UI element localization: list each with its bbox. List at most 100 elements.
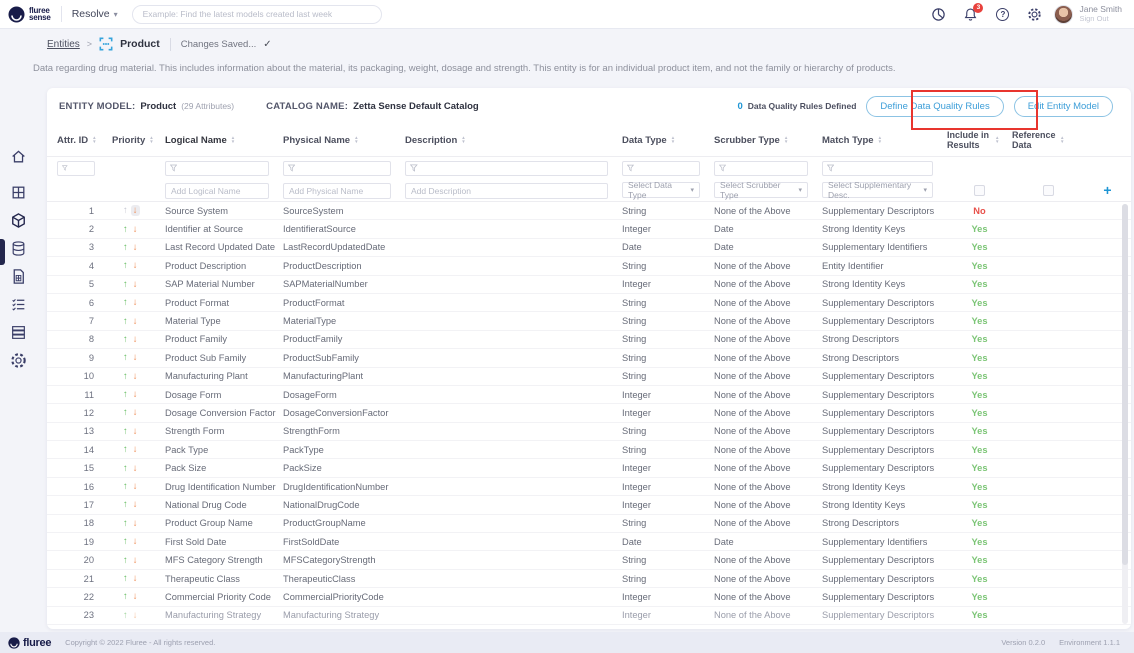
table-row[interactable]: 5 ↑ ↓ SAP Material Number SAPMaterialNum… <box>47 276 1131 294</box>
priority-up-icon[interactable]: ↑ <box>123 260 128 271</box>
notifications-bell-icon[interactable]: 3 <box>963 7 978 22</box>
priority-up-icon[interactable]: ↑ <box>123 444 128 455</box>
table-row[interactable]: 23 ↑ ↓ Manufacturing Strategy Manufactur… <box>47 607 1131 625</box>
priority-up-icon[interactable]: ↑ <box>123 591 128 602</box>
sidebar-item-entities[interactable] <box>9 211 27 229</box>
priority-down-icon[interactable]: ↓ <box>133 591 138 602</box>
priority-up-icon[interactable]: ↑ <box>123 407 128 418</box>
priority-up-icon[interactable]: ↑ <box>123 205 128 216</box>
priority-up-icon[interactable]: ↑ <box>123 499 128 510</box>
sidebar-item-servers[interactable] <box>9 323 27 341</box>
sidebar-item-documents[interactable] <box>9 267 27 285</box>
column-header-attr-id[interactable]: Attr. ID▲▼ <box>57 135 112 146</box>
column-header-description[interactable]: Description▲▼ <box>405 135 622 146</box>
priority-down-icon[interactable]: ↓ <box>133 334 138 345</box>
filter-data-type-input[interactable] <box>637 163 695 173</box>
priority-up-icon[interactable]: ↑ <box>123 536 128 547</box>
priority-down-icon[interactable]: ↓ <box>133 279 138 290</box>
priority-up-icon[interactable]: ↑ <box>123 555 128 566</box>
sidebar-item-settings[interactable] <box>9 351 27 369</box>
column-header-scrubber-type[interactable]: Scrubber Type▲▼ <box>714 135 822 146</box>
filter-attr-id-input[interactable] <box>71 163 90 173</box>
priority-up-icon[interactable]: ↑ <box>123 224 128 235</box>
table-row[interactable]: 19 ↑ ↓ First Sold Date FirstSoldDate Dat… <box>47 533 1131 551</box>
priority-down-icon[interactable]: ↓ <box>133 573 138 584</box>
priority-up-icon[interactable]: ↑ <box>123 352 128 363</box>
filter-description-input[interactable] <box>421 163 603 173</box>
priority-down-icon[interactable]: ↓ <box>133 610 138 621</box>
priority-up-icon[interactable]: ↑ <box>123 279 128 290</box>
priority-up-icon[interactable]: ↑ <box>123 463 128 474</box>
priority-down-icon[interactable]: ↓ <box>133 444 138 455</box>
table-row[interactable]: 21 ↑ ↓ Therapeutic Class TherapeuticClas… <box>47 570 1131 588</box>
table-scrollbar-track[interactable] <box>1122 204 1128 624</box>
reference-data-checkbox[interactable] <box>1043 185 1054 196</box>
search-input[interactable] <box>132 5 382 24</box>
priority-down-icon[interactable]: ↓ <box>133 463 138 474</box>
priority-up-icon[interactable]: ↑ <box>123 371 128 382</box>
table-row[interactable]: 22 ↑ ↓ Commercial Priority Code Commerci… <box>47 588 1131 606</box>
analytics-icon[interactable] <box>931 7 946 22</box>
priority-down-icon[interactable]: ↓ <box>133 242 138 253</box>
settings-gear-icon[interactable] <box>1027 7 1042 22</box>
table-row[interactable]: 1 ↑ ↓ Source System SourceSystem String … <box>47 202 1131 220</box>
table-row[interactable]: 14 ↑ ↓ Pack Type PackType String None of… <box>47 441 1131 459</box>
column-header-data-type[interactable]: Data Type▲▼ <box>622 135 714 146</box>
column-header-logical-name[interactable]: Logical Name▲▼ <box>165 135 283 146</box>
column-header-priority[interactable]: Priority▲▼ <box>112 135 165 146</box>
filter-match-type-input[interactable] <box>837 163 928 173</box>
add-physical-name-input[interactable] <box>283 183 391 199</box>
priority-down-icon[interactable]: ↓ <box>131 205 140 216</box>
table-row[interactable]: 16 ↑ ↓ Drug Identification Number DrugId… <box>47 478 1131 496</box>
priority-up-icon[interactable]: ↑ <box>123 334 128 345</box>
column-header-match-type[interactable]: Match Type▲▼ <box>822 135 947 146</box>
select-scrubber-type-dropdown[interactable]: Select Scrubber Type▾ <box>714 182 808 198</box>
table-row[interactable]: 6 ↑ ↓ Product Format ProductFormat Strin… <box>47 294 1131 312</box>
filter-logical-name-input[interactable] <box>180 163 264 173</box>
select-match-type-dropdown[interactable]: Select Supplementary Desc.▾ <box>822 182 933 198</box>
table-row[interactable]: 15 ↑ ↓ Pack Size PackSize Integer None o… <box>47 459 1131 477</box>
priority-up-icon[interactable]: ↑ <box>123 518 128 529</box>
priority-down-icon[interactable]: ↓ <box>133 389 138 400</box>
avatar[interactable] <box>1054 5 1073 24</box>
priority-up-icon[interactable]: ↑ <box>123 242 128 253</box>
table-row[interactable]: 11 ↑ ↓ Dosage Form DosageForm Integer No… <box>47 386 1131 404</box>
table-row[interactable]: 17 ↑ ↓ National Drug Code NationalDrugCo… <box>47 496 1131 514</box>
priority-down-icon[interactable]: ↓ <box>133 536 138 547</box>
table-row[interactable]: 18 ↑ ↓ Product Group Name ProductGroupNa… <box>47 515 1131 533</box>
priority-down-icon[interactable]: ↓ <box>133 426 138 437</box>
breadcrumb-entities-link[interactable]: Entities <box>47 39 80 50</box>
table-row[interactable]: 2 ↑ ↓ Identifier at Source IdentifieratS… <box>47 220 1131 238</box>
add-description-input[interactable] <box>405 183 608 199</box>
priority-up-icon[interactable]: ↑ <box>123 297 128 308</box>
filter-physical-name-input[interactable] <box>298 163 386 173</box>
priority-down-icon[interactable]: ↓ <box>133 297 138 308</box>
priority-up-icon[interactable]: ↑ <box>123 426 128 437</box>
table-row[interactable]: 12 ↑ ↓ Dosage Conversion Factor DosageCo… <box>47 404 1131 422</box>
help-icon[interactable]: ? <box>995 7 1010 22</box>
edit-entity-model-button[interactable]: Edit Entity Model <box>1014 96 1113 117</box>
priority-down-icon[interactable]: ↓ <box>133 352 138 363</box>
priority-up-icon[interactable]: ↑ <box>123 316 128 327</box>
priority-down-icon[interactable]: ↓ <box>133 481 138 492</box>
priority-up-icon[interactable]: ↑ <box>123 610 128 621</box>
include-in-results-checkbox[interactable] <box>974 185 985 196</box>
column-header-reference-data[interactable]: Reference Data▲▼ <box>1012 130 1084 150</box>
table-row[interactable]: 3 ↑ ↓ Last Record Updated Date LastRecor… <box>47 239 1131 257</box>
table-row[interactable]: 13 ↑ ↓ Strength Form StrengthForm String… <box>47 423 1131 441</box>
priority-down-icon[interactable]: ↓ <box>133 407 138 418</box>
resolve-dropdown[interactable]: Resolve ▾ <box>72 8 118 20</box>
priority-down-icon[interactable]: ↓ <box>133 518 138 529</box>
table-scrollbar-thumb[interactable] <box>1122 204 1128 565</box>
priority-up-icon[interactable]: ↑ <box>123 389 128 400</box>
table-row[interactable]: 9 ↑ ↓ Product Sub Family ProductSubFamil… <box>47 349 1131 367</box>
column-header-physical-name[interactable]: Physical Name▲▼ <box>283 135 405 146</box>
priority-down-icon[interactable]: ↓ <box>133 555 138 566</box>
sidebar-item-home[interactable] <box>9 147 27 165</box>
priority-up-icon[interactable]: ↑ <box>123 481 128 492</box>
add-logical-name-input[interactable] <box>165 183 269 199</box>
priority-down-icon[interactable]: ↓ <box>133 316 138 327</box>
sidebar-item-grid[interactable] <box>9 183 27 201</box>
select-data-type-dropdown[interactable]: Select Data Type▾ <box>622 182 700 198</box>
priority-up-icon[interactable]: ↑ <box>123 573 128 584</box>
